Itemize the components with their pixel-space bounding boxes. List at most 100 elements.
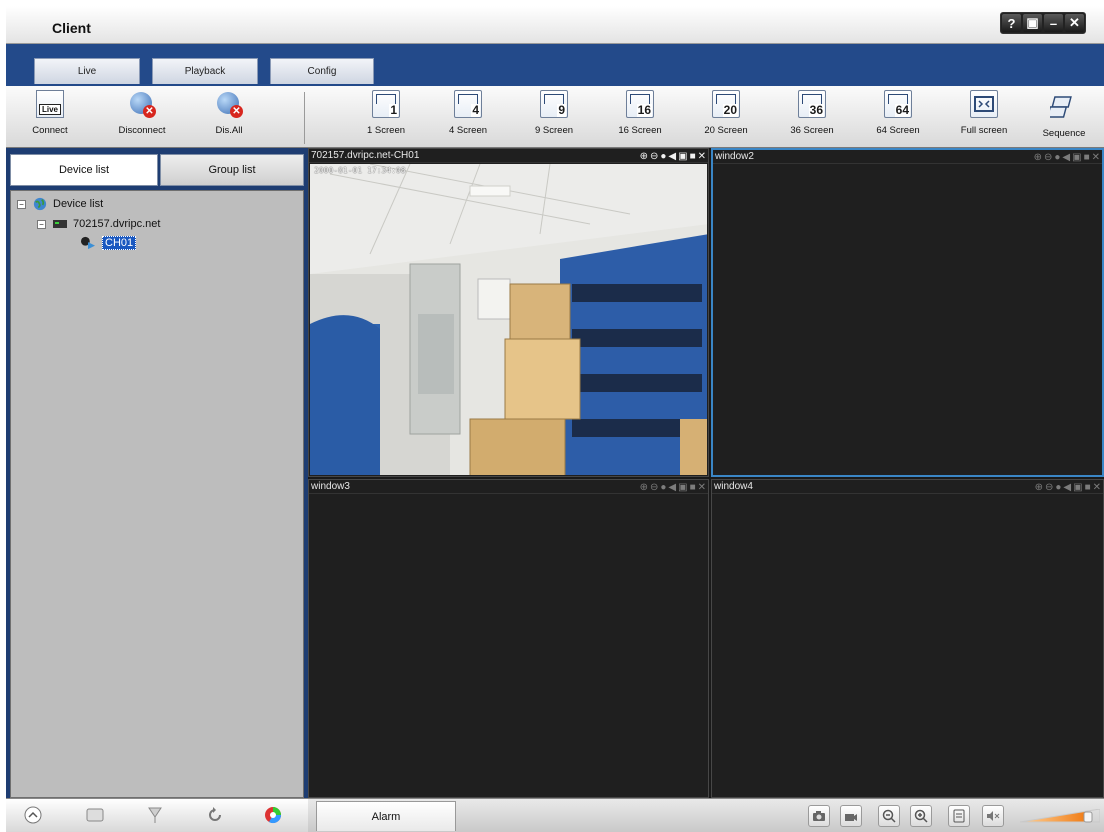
globe-icon xyxy=(33,197,47,211)
record-icon[interactable]: ▣ xyxy=(1072,152,1081,163)
microphone-icon[interactable]: ● xyxy=(660,151,666,162)
layout-label: 64 Screen xyxy=(876,125,920,136)
mute-icon[interactable]: ◀ xyxy=(1062,152,1070,163)
snapshot-icon[interactable]: ■ xyxy=(1085,482,1091,493)
layout-4-screen-button[interactable]: 4 4 Screen xyxy=(428,90,508,146)
fullscreen-icon xyxy=(970,90,998,118)
close-video-icon[interactable]: ✕ xyxy=(1093,482,1101,493)
sequence-icon xyxy=(1046,93,1078,121)
rotate-icon[interactable] xyxy=(204,804,226,826)
layout-9-screen-button[interactable]: 9 9 Screen xyxy=(514,90,594,146)
color-adjust-icon[interactable] xyxy=(262,804,284,826)
collapse-up-icon[interactable] xyxy=(22,804,44,826)
device-tree: − Device list − 702157.dvripc.net CH01 xyxy=(10,190,304,798)
camera-feed: 2000-01-01 17:34:08 xyxy=(310,164,707,475)
camera-icon[interactable] xyxy=(808,805,830,827)
minimize-icon[interactable]: – xyxy=(1044,14,1063,32)
video-window-1[interactable]: 702157.dvripc.net-CH01 ⊕ ⊖ ● ◀ ▣ ■ ✕ 200… xyxy=(308,148,709,477)
dvr-icon xyxy=(53,220,67,228)
zoom-out-icon[interactable]: ⊖ xyxy=(1044,152,1052,163)
microphone-icon[interactable]: ● xyxy=(1055,482,1061,493)
sequence-button[interactable]: Sequence xyxy=(1024,90,1104,146)
close-video-icon[interactable]: ✕ xyxy=(698,151,706,162)
sequence-label: Sequence xyxy=(1042,128,1086,139)
layout-label: 9 Screen xyxy=(534,125,574,136)
microphone-icon[interactable]: ● xyxy=(660,482,666,493)
full-screen-button[interactable]: Full screen xyxy=(944,90,1024,146)
snapshot-icon[interactable]: ■ xyxy=(1084,152,1090,163)
zoom-in-icon[interactable]: ⊕ xyxy=(1035,482,1043,493)
microphone-icon[interactable]: ● xyxy=(1054,152,1060,163)
layout-1-screen-button[interactable]: 1 1 Screen xyxy=(346,90,426,146)
close-icon[interactable]: ✕ xyxy=(1065,14,1084,32)
connect-label: Connect xyxy=(32,125,68,136)
main-tabs: Live Playback Config xyxy=(6,44,1104,86)
tree-root-row[interactable]: − Device list xyxy=(17,197,103,211)
zoom-in-icon[interactable]: ⊕ xyxy=(1034,152,1042,163)
toolbar-divider xyxy=(304,92,305,144)
video-window-controls: ⊕ ⊖ ● ◀ ▣ ■ ✕ xyxy=(1035,480,1101,494)
tab-device-list[interactable]: Device list xyxy=(10,154,158,186)
lock-icon[interactable]: ▣ xyxy=(1023,14,1042,32)
snapshot-icon[interactable]: ■ xyxy=(690,151,696,162)
tree-channel-row[interactable]: CH01 xyxy=(79,236,137,250)
tab-playback[interactable]: Playback xyxy=(152,58,258,84)
record-icon[interactable]: ▣ xyxy=(678,151,687,162)
mute-icon[interactable] xyxy=(982,805,1004,827)
live-icon: Live xyxy=(36,90,64,118)
tab-config[interactable]: Config xyxy=(270,58,374,84)
zoom-in-icon[interactable] xyxy=(910,805,932,827)
video-window-2[interactable]: window2 ⊕ ⊖ ● ◀ ▣ ■ ✕ xyxy=(711,148,1104,477)
layout-16-screen-button[interactable]: 16 16 Screen xyxy=(600,90,680,146)
disconnect-label: Disconnect xyxy=(118,125,166,136)
sixty-four-screen-icon: 64 xyxy=(884,90,912,118)
collapse-icon[interactable]: − xyxy=(17,199,26,209)
camera-channel-icon xyxy=(81,236,95,250)
bottom-bar: Alarm xyxy=(308,798,1104,832)
tab-group-list[interactable]: Group list xyxy=(160,154,304,186)
alarm-tab[interactable]: Alarm xyxy=(316,801,456,831)
snapshot-icon[interactable]: ■ xyxy=(690,482,696,493)
layout-64-screen-button[interactable]: 64 64 Screen xyxy=(858,90,938,146)
zoom-out-icon[interactable]: ⊖ xyxy=(650,482,658,493)
record-icon[interactable] xyxy=(840,805,862,827)
record-icon[interactable]: ▣ xyxy=(678,482,687,493)
collapse-icon[interactable]: − xyxy=(37,219,46,229)
zoom-out-icon[interactable] xyxy=(878,805,900,827)
disconnect-button[interactable]: ✕ Disconnect xyxy=(102,90,182,146)
zoom-in-icon[interactable]: ⊕ xyxy=(640,482,648,493)
mute-icon[interactable]: ◀ xyxy=(668,151,676,162)
mute-icon[interactable]: ◀ xyxy=(1063,482,1071,493)
storage-icon[interactable] xyxy=(84,804,106,826)
tab-live[interactable]: Live xyxy=(34,58,140,84)
layout-36-screen-button[interactable]: 36 36 Screen xyxy=(772,90,852,146)
tree-device-label: 702157.dvripc.net xyxy=(73,218,161,230)
volume-slider[interactable] xyxy=(1019,808,1101,823)
timestamp-overlay: 2000-01-01 17:34:08 xyxy=(314,166,406,175)
tree-device-row[interactable]: − 702157.dvripc.net xyxy=(37,217,160,231)
mute-icon[interactable]: ◀ xyxy=(668,482,676,493)
close-video-icon[interactable]: ✕ xyxy=(698,482,706,493)
disconnect-all-button[interactable]: ✕ Dis.All xyxy=(189,90,269,146)
connect-button[interactable]: Live Connect xyxy=(10,90,90,146)
video-window-controls: ⊕ ⊖ ● ◀ ▣ ■ ✕ xyxy=(640,149,706,163)
full-screen-label: Full screen xyxy=(960,125,1008,136)
help-icon[interactable]: ? xyxy=(1002,14,1021,32)
volume-thumb[interactable] xyxy=(1083,811,1093,823)
zoom-out-icon[interactable]: ⊖ xyxy=(1045,482,1053,493)
layout-label: 1 Screen xyxy=(366,125,406,136)
close-video-icon[interactable]: ✕ xyxy=(1092,152,1100,163)
zoom-out-icon[interactable]: ⊖ xyxy=(650,151,658,162)
video-grid: 702157.dvripc.net-CH01 ⊕ ⊖ ● ◀ ▣ ■ ✕ 200… xyxy=(308,148,1104,798)
layout-label: 16 Screen xyxy=(618,125,662,136)
tree-root-label: Device list xyxy=(53,198,104,210)
panel-icon[interactable] xyxy=(948,805,970,827)
layout-20-screen-button[interactable]: 20 20 Screen xyxy=(686,90,766,146)
video-window-4[interactable]: window4 ⊕ ⊖ ● ◀ ▣ ■ ✕ xyxy=(711,479,1104,798)
video-window-3[interactable]: window3 ⊕ ⊖ ● ◀ ▣ ■ ✕ xyxy=(308,479,709,798)
ptz-icon[interactable] xyxy=(144,804,166,826)
zoom-in-icon[interactable]: ⊕ xyxy=(640,151,648,162)
one-screen-icon: 1 xyxy=(372,90,400,118)
device-panel: Device list Group list − Device list − 7… xyxy=(6,148,308,798)
record-icon[interactable]: ▣ xyxy=(1073,482,1082,493)
